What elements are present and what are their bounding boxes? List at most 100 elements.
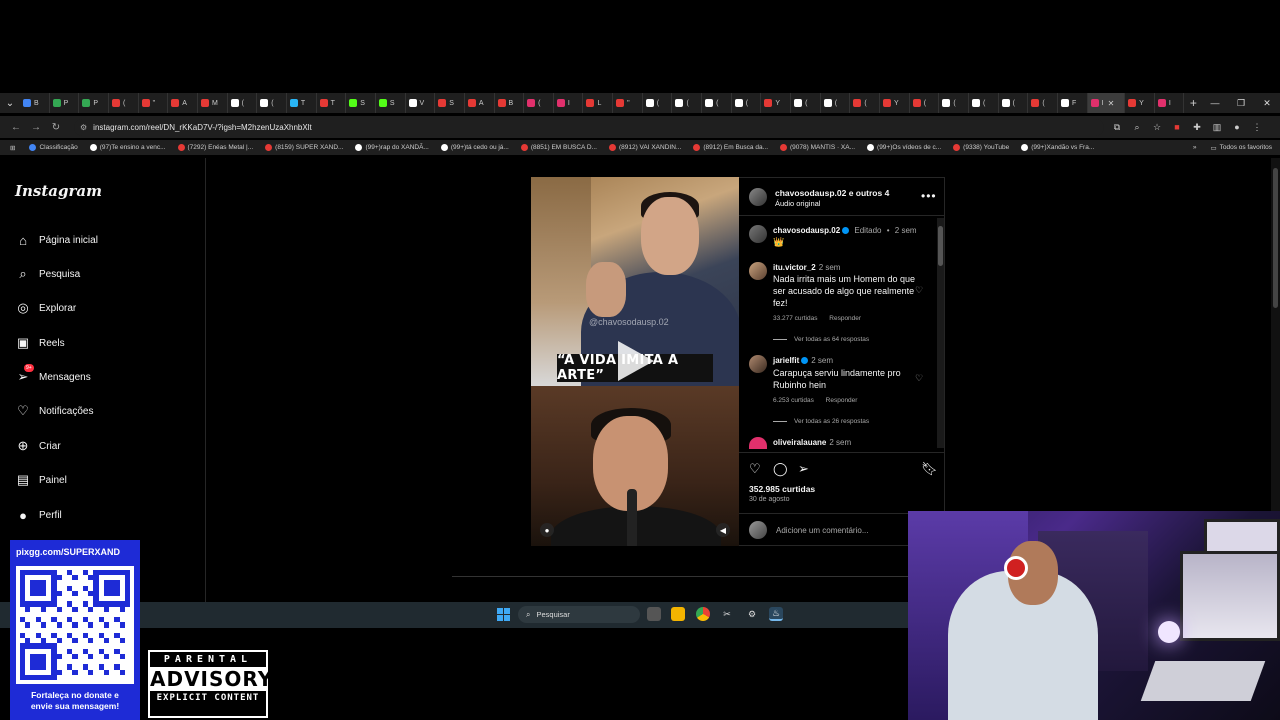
save-bookmark-icon[interactable]: 🔖︎ <box>921 461 938 477</box>
browser-tab[interactable]: ( <box>257 93 287 113</box>
browser-tab[interactable]: ( <box>109 93 139 113</box>
install-app-icon[interactable]: ⧉ <box>1110 122 1124 133</box>
reply-button[interactable]: Responder <box>829 315 861 322</box>
taskbar-search[interactable]: ⌕ Pesquisar <box>518 606 640 623</box>
browser-tab[interactable]: ( <box>821 93 851 113</box>
browser-tab[interactable]: ( <box>732 93 762 113</box>
bookmark-star-icon[interactable]: ☆ <box>1150 122 1164 133</box>
caption-author-link[interactable]: chavosodausp.02 <box>773 226 840 235</box>
bookmark-item[interactable]: (99+)tá cedo ou já... <box>440 144 509 151</box>
browser-tab[interactable]: " <box>139 93 169 113</box>
sidebar-item-plus-square[interactable]: ⊕ Criar <box>15 438 61 454</box>
likes-count[interactable]: 352.985 curtidas <box>749 484 815 494</box>
bookmark-item[interactable]: (99+)Xandão vs Fra... <box>1021 144 1094 151</box>
browser-tab[interactable]: " <box>613 93 643 113</box>
apps-grid-icon[interactable]: ⊞ <box>10 144 15 152</box>
browser-tab[interactable]: S <box>435 93 465 113</box>
browser-tab[interactable]: I <box>554 93 584 113</box>
browser-tab[interactable]: S <box>376 93 406 113</box>
instagram-logo[interactable]: Instagram <box>15 182 102 200</box>
like-heart-icon[interactable]: ♡ <box>749 461 761 477</box>
site-info-icon[interactable]: ⚙ <box>80 123 87 132</box>
browser-tab[interactable]: Y <box>1125 93 1155 113</box>
browser-tab[interactable]: ( <box>910 93 940 113</box>
browser-tab[interactable]: L <box>583 93 614 113</box>
url-field[interactable]: ⚙ instagram.com/reel/DN_rKKaD7V-/?igsh=M… <box>74 118 1104 136</box>
bookmark-item[interactable]: (8912) VAI XANDIN... <box>608 144 681 151</box>
browser-tab[interactable]: ( <box>999 93 1029 113</box>
avatar[interactable] <box>749 262 767 280</box>
sidebar-item-compass[interactable]: ◎ Explorar <box>15 300 76 316</box>
windows-start-icon[interactable] <box>497 608 510 621</box>
browser-tab[interactable]: P <box>79 93 109 113</box>
browser-tab[interactable]: ( <box>969 93 999 113</box>
browser-tab[interactable]: B <box>495 93 525 113</box>
share-send-icon[interactable]: ➢ <box>798 461 809 477</box>
reply-button[interactable]: Responder <box>826 397 858 404</box>
zoom-icon[interactable]: ⌕ <box>1130 122 1144 133</box>
browser-tab[interactable]: ( <box>228 93 258 113</box>
forward-icon[interactable]: → <box>26 122 46 133</box>
bookmark-item[interactable]: (9078) MANTIS · XA... <box>780 144 855 151</box>
extensions-puzzle-icon[interactable]: ✚ <box>1190 122 1204 133</box>
sidebar-item-reels[interactable]: ▣ Reels <box>15 335 65 351</box>
avatar[interactable] <box>749 355 767 373</box>
browser-menu-icon[interactable]: ⋮ <box>1250 122 1264 133</box>
reload-icon[interactable]: ↻ <box>46 122 66 133</box>
comment-author-link[interactable]: oliveiralauane <box>773 438 826 447</box>
sidebar-item-profile[interactable]: ● Perfil <box>15 507 62 523</box>
profile-avatar-icon[interactable]: ● <box>1230 122 1244 133</box>
mute-icon[interactable]: ◀ <box>716 523 730 537</box>
extension-icon[interactable]: ■ <box>1170 122 1184 133</box>
browser-tab[interactable]: P <box>50 93 80 113</box>
browser-tab[interactable]: I <box>1155 93 1185 113</box>
browser-tab[interactable]: T <box>287 93 317 113</box>
avatar[interactable] <box>749 225 767 243</box>
sidebar-item-messenger[interactable]: ➢ 9+ Mensagens <box>15 364 91 385</box>
bookmark-item[interactable]: (8851) EM BUSCA D... <box>520 144 597 151</box>
sidebar-item-home[interactable]: ⌂ Página inicial <box>15 232 98 248</box>
all-bookmarks-link[interactable]: Todos os favoritos <box>1220 144 1272 151</box>
comment-likes[interactable]: 6.253 curtidas <box>773 397 814 404</box>
chevron-right-icon[interactable]: » <box>1193 144 1197 151</box>
steam-icon[interactable]: ♨ <box>769 607 783 621</box>
play-icon[interactable] <box>618 341 654 381</box>
tab-active[interactable]: I ✕ <box>1087 93 1126 113</box>
view-replies-link[interactable]: Ver todas as 64 respostas <box>773 336 869 343</box>
bookmark-item[interactable]: (99+)rap do XANDÃ... <box>355 144 429 151</box>
audio-link[interactable]: Áudio original <box>775 199 820 208</box>
comment-author-link[interactable]: itu.victor_2 <box>773 263 816 272</box>
browser-tab[interactable]: ( <box>850 93 881 113</box>
browser-tab[interactable]: Y <box>880 93 910 113</box>
tagged-user-icon[interactable]: ● <box>540 523 554 537</box>
browser-tab[interactable]: ( <box>791 93 821 113</box>
browser-tab[interactable]: V <box>406 93 436 113</box>
chrome-icon[interactable] <box>696 607 710 621</box>
minimize-icon[interactable]: — <box>1202 98 1228 109</box>
browser-tab[interactable]: F <box>1058 93 1088 113</box>
file-explorer-icon[interactable] <box>671 607 685 621</box>
avatar[interactable] <box>749 188 767 206</box>
bookmark-item[interactable]: (99+)Os vídeos de c... <box>867 144 941 151</box>
browser-tab[interactable]: A <box>465 93 495 113</box>
browser-tab[interactable]: T <box>317 93 347 113</box>
sidebar-item-heart[interactable]: ♡ Notificações <box>15 403 93 419</box>
sidebar-item-search[interactable]: ⌕ Pesquisa <box>15 266 80 282</box>
new-tab-icon[interactable]: + <box>1184 96 1202 110</box>
tab-search-icon[interactable]: ⌄ <box>0 93 20 113</box>
avatar[interactable] <box>749 437 767 449</box>
back-icon[interactable]: ← <box>6 122 26 133</box>
browser-tab[interactable]: ( <box>1028 93 1058 113</box>
browser-tab[interactable]: ( <box>939 93 969 113</box>
close-tab-icon[interactable]: ✕ <box>1108 99 1115 108</box>
bookmark-item[interactable]: (97)Te ensino a venc... <box>89 144 166 151</box>
like-comment-heart-icon[interactable]: ♡ <box>915 285 923 296</box>
close-window-icon[interactable]: ✕ <box>1254 98 1280 109</box>
snipping-tool-icon[interactable]: ✂ <box>720 607 734 621</box>
bookmark-item[interactable]: (9338) YouTube <box>953 144 1009 151</box>
like-comment-heart-icon[interactable]: ♡ <box>915 373 923 384</box>
more-options-icon[interactable]: ••• <box>921 189 937 203</box>
settings-gear-icon[interactable]: ⚙ <box>745 607 759 621</box>
browser-tab[interactable]: ( <box>702 93 732 113</box>
browser-tab[interactable]: B <box>20 93 50 113</box>
